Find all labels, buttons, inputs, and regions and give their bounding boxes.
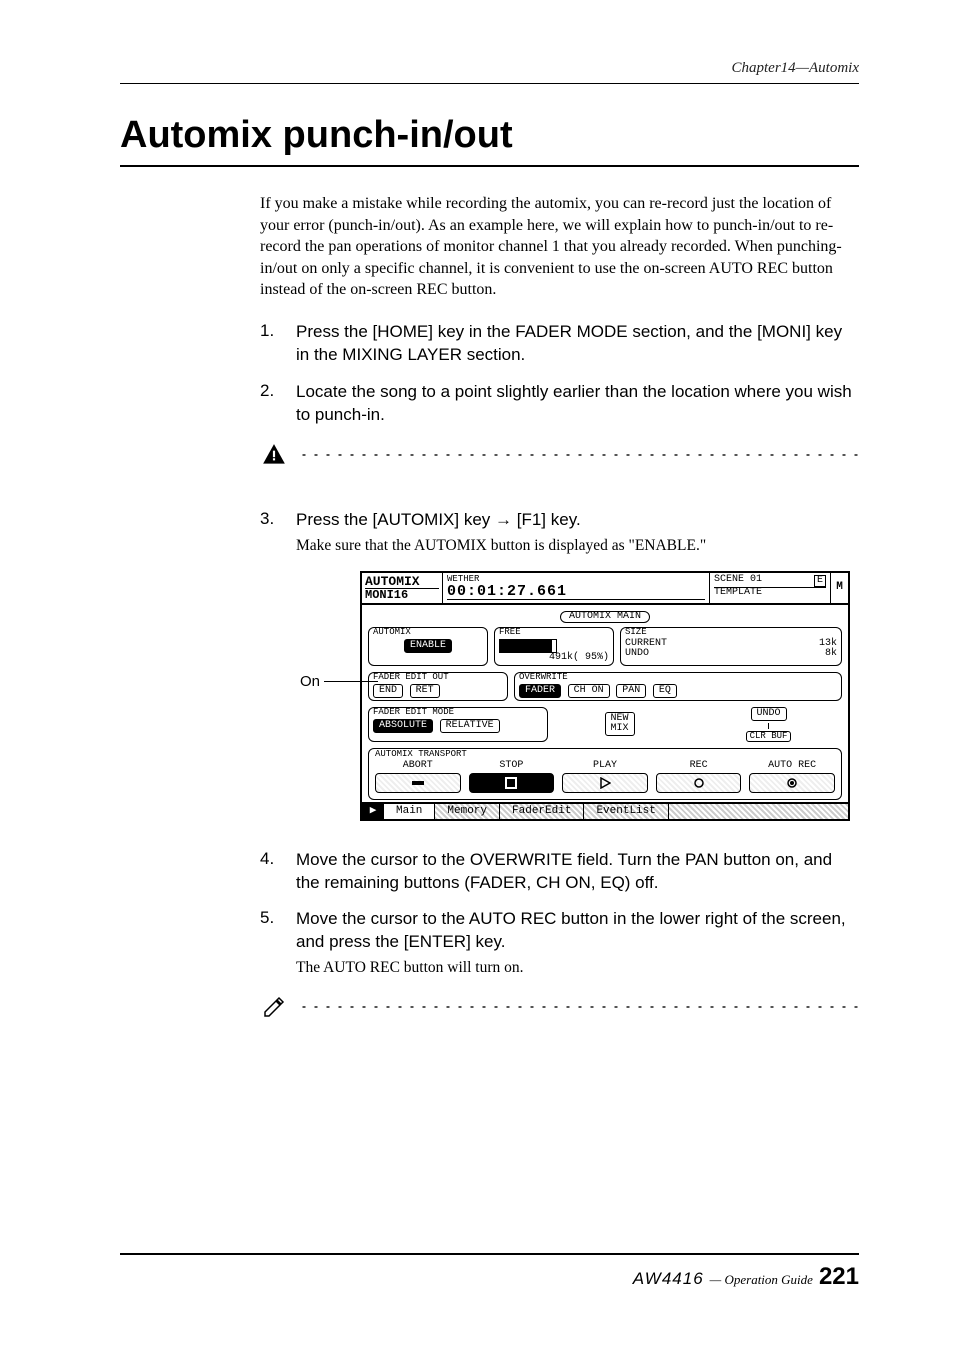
pan-button[interactable]: PAN [616, 684, 646, 698]
section-automix-main: AUTOMIX MAIN [560, 611, 650, 623]
fader-edit-out-label: FADER EDIT OUT [373, 673, 503, 682]
tab-eventlist[interactable]: EventList [584, 804, 668, 819]
pencil-icon [260, 993, 288, 1021]
product-logo: AW4416 [633, 1269, 704, 1289]
step-3-text: Press the [AUTOMIX] key → [F1] key. [296, 509, 706, 532]
timecode: 00:01:27.661 [447, 584, 705, 600]
free-field-label: FREE [499, 628, 609, 637]
free-value: 491k( 95%) [499, 653, 609, 663]
chapter-header: Chapter14—Automix [120, 60, 859, 84]
dot-leader-2 [298, 1006, 860, 1008]
intro-paragraph: If you make a mistake while recording th… [260, 193, 860, 301]
footer-guide: — Operation Guide [710, 1272, 813, 1288]
rec-label: REC [656, 761, 742, 771]
step-5-sub: The AUTO REC button will turn on. [296, 958, 860, 979]
abort-button[interactable] [375, 773, 461, 793]
chon-button[interactable]: CH ON [568, 684, 610, 698]
stop-label: STOP [469, 761, 555, 771]
step-5-num: 5. [260, 908, 284, 979]
step-5-text: Move the cursor to the AUTO REC button i… [296, 908, 860, 954]
stop-button[interactable] [469, 773, 555, 793]
tab-faderedit[interactable]: FaderEdit [500, 804, 584, 819]
screen-title-moni: MONI16 [365, 589, 439, 601]
page-footer: AW4416 — Operation Guide 221 [120, 1253, 859, 1291]
tab-main[interactable]: Main [384, 804, 435, 819]
dot-leader [298, 454, 860, 456]
step-2: 2. Locate the song to a point slightly e… [260, 381, 860, 427]
tab-memory[interactable]: Memory [435, 804, 500, 819]
step-5: 5. Move the cursor to the AUTO REC butto… [260, 908, 860, 979]
autorec-label: AUTO REC [749, 761, 835, 771]
tab-arrow-icon[interactable]: ▶ [362, 804, 384, 819]
end-button[interactable]: END [373, 684, 403, 698]
size-field-label: SIZE [625, 628, 837, 637]
step-3-sub: Make sure that the AUTOMIX button is dis… [296, 536, 706, 557]
lcd-screenshot: On AUTOMIX MONI16 WETHER 00:01:27.661 SC… [360, 571, 850, 821]
play-label: PLAY [562, 761, 648, 771]
step-1: 1. Press the [HOME] key in the FADER MOD… [260, 321, 860, 367]
m-indicator: M [830, 573, 848, 603]
abort-label: ABORT [375, 761, 461, 771]
page-title: Automix punch-in/out [120, 114, 859, 167]
autorec-button[interactable] [749, 773, 835, 793]
on-annotation: On [300, 673, 320, 690]
eq-button[interactable]: EQ [653, 684, 677, 698]
automix-field-label: AUTOMIX [373, 628, 483, 637]
step-2-num: 2. [260, 381, 284, 427]
step-2-text: Locate the song to a point slightly earl… [296, 381, 860, 427]
fader-edit-mode-label: FADER EDIT MODE [373, 708, 543, 717]
step-1-num: 1. [260, 321, 284, 367]
undo-value: 8k [825, 649, 837, 659]
warning-note-row [260, 441, 860, 469]
template-label: TEMPLATE [714, 588, 826, 598]
ret-button[interactable]: RET [410, 684, 440, 698]
warning-icon [260, 441, 288, 469]
absolute-button[interactable]: ABSOLUTE [373, 719, 433, 733]
page-number: 221 [819, 1263, 859, 1291]
scene-label: SCENE 01 [714, 575, 762, 587]
enable-button[interactable]: ENABLE [404, 639, 452, 653]
undo-button[interactable]: UNDO [751, 707, 787, 721]
rec-button[interactable] [656, 773, 742, 793]
newmix-button[interactable]: NEW MIX [605, 712, 635, 736]
step-3: 3. Press the [AUTOMIX] key → [F1] key. M… [260, 509, 860, 557]
step-4-num: 4. [260, 849, 284, 895]
overwrite-label: OVERWRITE [519, 673, 837, 682]
relative-button[interactable]: RELATIVE [440, 719, 500, 733]
step-1-text: Press the [HOME] key in the FADER MODE s… [296, 321, 860, 367]
step-3-num: 3. [260, 509, 284, 557]
scene-e: E [814, 575, 826, 587]
fader-button[interactable]: FADER [519, 684, 561, 698]
screen-title-automix: AUTOMIX [365, 575, 439, 589]
undo-label: UNDO [625, 649, 649, 659]
tip-note-row [260, 993, 860, 1021]
step-4: 4. Move the cursor to the OVERWRITE fiel… [260, 849, 860, 895]
automix-transport-label: AUTOMIX TRANSPORT [375, 750, 835, 759]
play-button[interactable] [562, 773, 648, 793]
clr-buf-button[interactable]: CLR BUF [746, 731, 792, 742]
step-4-text: Move the cursor to the OVERWRITE field. … [296, 849, 860, 895]
